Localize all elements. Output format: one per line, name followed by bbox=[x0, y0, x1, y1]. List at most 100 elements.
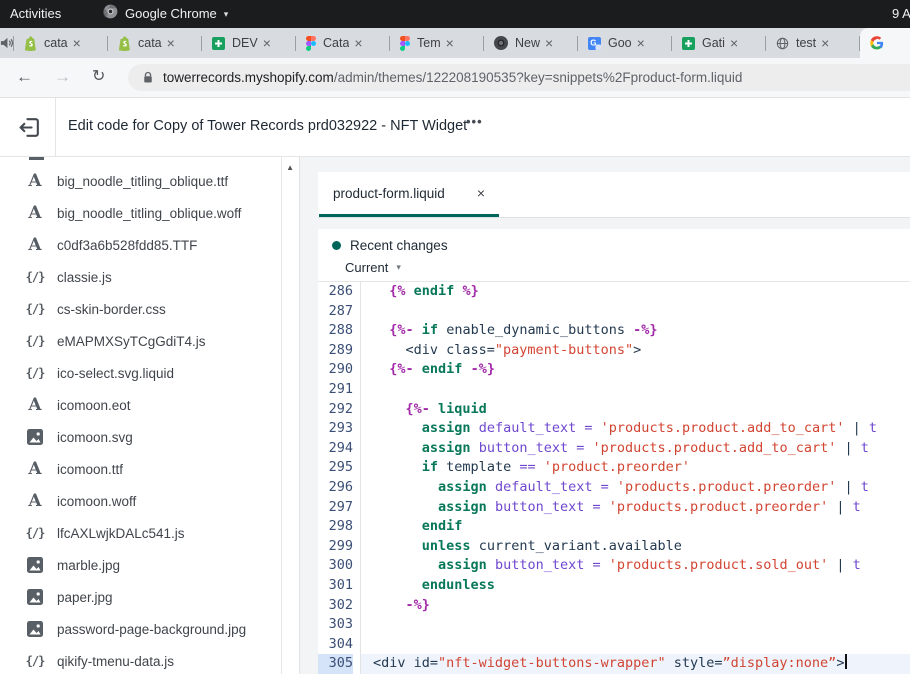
tab-close-icon[interactable]: × bbox=[730, 36, 738, 50]
tab-close-icon[interactable]: × bbox=[354, 36, 362, 50]
file-list: Abig_noodle_titling_oblique.ttfAbig_nood… bbox=[0, 157, 282, 674]
code-editor[interactable]: 2862872882892902912922932942952962972982… bbox=[318, 282, 910, 674]
code-line[interactable]: {%- if enable_dynamic_buttons -%} bbox=[361, 321, 910, 341]
back-button[interactable]: ← bbox=[16, 66, 33, 88]
file-item[interactable]: Aicomoon.eot bbox=[0, 389, 282, 421]
file-name: big_noodle_titling_oblique.ttf bbox=[57, 174, 228, 189]
version-dropdown[interactable]: Current ▾ bbox=[345, 260, 401, 275]
file-name: icomoon.ttf bbox=[57, 462, 123, 477]
file-name: lfcAXLwjkDALc541.js bbox=[57, 526, 185, 541]
browser-toolbar: ← → ↻ towerrecords.myshopify.com/admin/t… bbox=[0, 58, 910, 98]
app-menu[interactable]: Google Chrome ▾ bbox=[103, 4, 228, 22]
file-item[interactable]: marble.jpg bbox=[0, 549, 282, 581]
browser-tab[interactable]: New× bbox=[484, 28, 577, 58]
file-item[interactable]: Aicomoon.ttf bbox=[0, 453, 282, 485]
file-item[interactable]: {/}cs-skin-border.css bbox=[0, 293, 282, 325]
file-item[interactable]: icomoon.svg bbox=[0, 421, 282, 453]
code-file-icon: {/} bbox=[24, 302, 46, 316]
exit-code-editor-button[interactable] bbox=[16, 114, 43, 141]
translate-icon: G bbox=[588, 37, 601, 50]
file-item[interactable]: Ac0df3a6b528fdd85.TTF bbox=[0, 229, 282, 261]
more-options-button[interactable]: ••• bbox=[466, 114, 483, 129]
file-item[interactable]: {/}qikify-tmenu-data.js bbox=[0, 645, 282, 674]
editor-file-tab[interactable]: product-form.liquid × bbox=[319, 172, 499, 217]
browser-tab[interactable] bbox=[860, 28, 910, 58]
tab-audio-icon[interactable] bbox=[0, 37, 13, 49]
tab-close-icon[interactable]: × bbox=[167, 36, 175, 50]
browser-tab[interactable]: cata × bbox=[108, 28, 201, 58]
caret-down-icon: ▾ bbox=[396, 262, 401, 273]
editor-panel: Recent changes Current ▾ 286287288289290… bbox=[318, 229, 910, 674]
code-line[interactable]: if template == 'product.preorder' bbox=[361, 458, 910, 478]
code-line[interactable]: assign default_text = 'products.product.… bbox=[361, 478, 910, 498]
line-number: 286 bbox=[318, 282, 353, 302]
file-sidebar: Abig_noodle_titling_oblique.ttfAbig_nood… bbox=[0, 157, 300, 674]
tab-title: Goo bbox=[608, 36, 632, 50]
browser-tab[interactable]: DEV× bbox=[202, 28, 295, 58]
code-line[interactable]: endif bbox=[361, 517, 910, 537]
shopify-code-editor-page: Edit code for Copy of Tower Records prd0… bbox=[0, 98, 910, 674]
tab-title: cata bbox=[138, 36, 162, 50]
forward-button[interactable]: → bbox=[54, 66, 71, 88]
browser-tab[interactable]: Tem× bbox=[390, 28, 483, 58]
lock-icon[interactable] bbox=[143, 71, 153, 84]
tab-close-icon[interactable]: × bbox=[637, 36, 645, 50]
browser-tab[interactable]: G Goo × bbox=[578, 28, 671, 58]
code-line[interactable]: unless current_variant.available bbox=[361, 537, 910, 557]
tab-close-icon[interactable]: × bbox=[821, 36, 829, 50]
code-line[interactable]: assign button_text = 'products.product.p… bbox=[361, 498, 910, 518]
scroll-up-icon[interactable]: ▲ bbox=[286, 163, 294, 172]
code-line[interactable] bbox=[361, 615, 910, 635]
code-line[interactable]: {% endif %} bbox=[361, 282, 910, 302]
code-line[interactable]: {%- endif -%} bbox=[361, 360, 910, 380]
page-header: Edit code for Copy of Tower Records prd0… bbox=[0, 98, 910, 157]
code-line[interactable]: <div class="payment-buttons"> bbox=[361, 341, 910, 361]
tab-close-icon[interactable]: × bbox=[545, 36, 553, 50]
omnibox[interactable]: towerrecords.myshopify.com/admin/themes/… bbox=[128, 64, 910, 91]
activities-button[interactable]: Activities bbox=[10, 6, 61, 21]
sidebar-scrollbar[interactable]: ▲ bbox=[281, 157, 299, 674]
file-item[interactable]: {/}ico-select.svg.liquid bbox=[0, 357, 282, 389]
file-item[interactable]: {/}eMAPMXSyTCgGdiT4.js bbox=[0, 325, 282, 357]
code-line[interactable] bbox=[361, 635, 910, 655]
file-item[interactable]: {/}lfcAXLwjkDALc541.js bbox=[0, 517, 282, 549]
code-line[interactable]: {%- liquid bbox=[361, 400, 910, 420]
file-item[interactable]: {/}classie.js bbox=[0, 261, 282, 293]
image-file-icon bbox=[24, 429, 46, 445]
file-name: paper.jpg bbox=[57, 590, 113, 605]
shopify-icon bbox=[118, 36, 131, 51]
url-domain: towerrecords.myshopify.com bbox=[163, 70, 334, 85]
file-item[interactable]: password-page-background.jpg bbox=[0, 613, 282, 645]
line-number: 305 bbox=[318, 654, 353, 674]
font-file-icon: A bbox=[24, 491, 46, 511]
recent-changes-label: Recent changes bbox=[350, 238, 448, 253]
file-item[interactable]: Abig_noodle_titling_oblique.ttf bbox=[0, 165, 282, 197]
reload-button[interactable]: ↻ bbox=[92, 66, 105, 88]
file-item[interactable]: Abig_noodle_titling_oblique.woff bbox=[0, 197, 282, 229]
code-line[interactable]: assign button_text = 'products.product.s… bbox=[361, 556, 910, 576]
tab-close-icon[interactable]: × bbox=[73, 36, 81, 50]
text-cursor bbox=[845, 654, 847, 669]
clock[interactable]: 9 A bbox=[892, 6, 910, 21]
browser-tab[interactable]: Cata× bbox=[296, 28, 389, 58]
code-line[interactable] bbox=[361, 302, 910, 322]
code-line[interactable] bbox=[361, 380, 910, 400]
line-number: 295 bbox=[318, 458, 353, 478]
tab-close-icon[interactable]: × bbox=[263, 36, 271, 50]
font-file-icon: A bbox=[24, 235, 46, 255]
font-file-icon: A bbox=[24, 459, 46, 479]
code-line[interactable]: assign default_text = 'products.product.… bbox=[361, 419, 910, 439]
code-line[interactable]: -%} bbox=[361, 596, 910, 616]
file-item[interactable]: paper.jpg bbox=[0, 581, 282, 613]
code-line[interactable]: endunless bbox=[361, 576, 910, 596]
browser-tab[interactable]: Gati× bbox=[672, 28, 765, 58]
code-line[interactable]: assign button_text = 'products.product.a… bbox=[361, 439, 910, 459]
browser-tab[interactable]: cata× bbox=[14, 28, 107, 58]
file-item[interactable]: Aicomoon.woff bbox=[0, 485, 282, 517]
tab-close-icon[interactable]: × bbox=[446, 36, 454, 50]
code-line[interactable]: <div id="nft-widget-buttons-wrapper" sty… bbox=[361, 654, 910, 674]
browser-tab[interactable]: test× bbox=[766, 28, 859, 58]
editor-tab-close-icon[interactable]: × bbox=[477, 185, 485, 201]
url-path: /admin/themes/122208190535?key=snippets%… bbox=[334, 70, 743, 85]
editor-tab-bar: product-form.liquid × bbox=[318, 172, 910, 218]
